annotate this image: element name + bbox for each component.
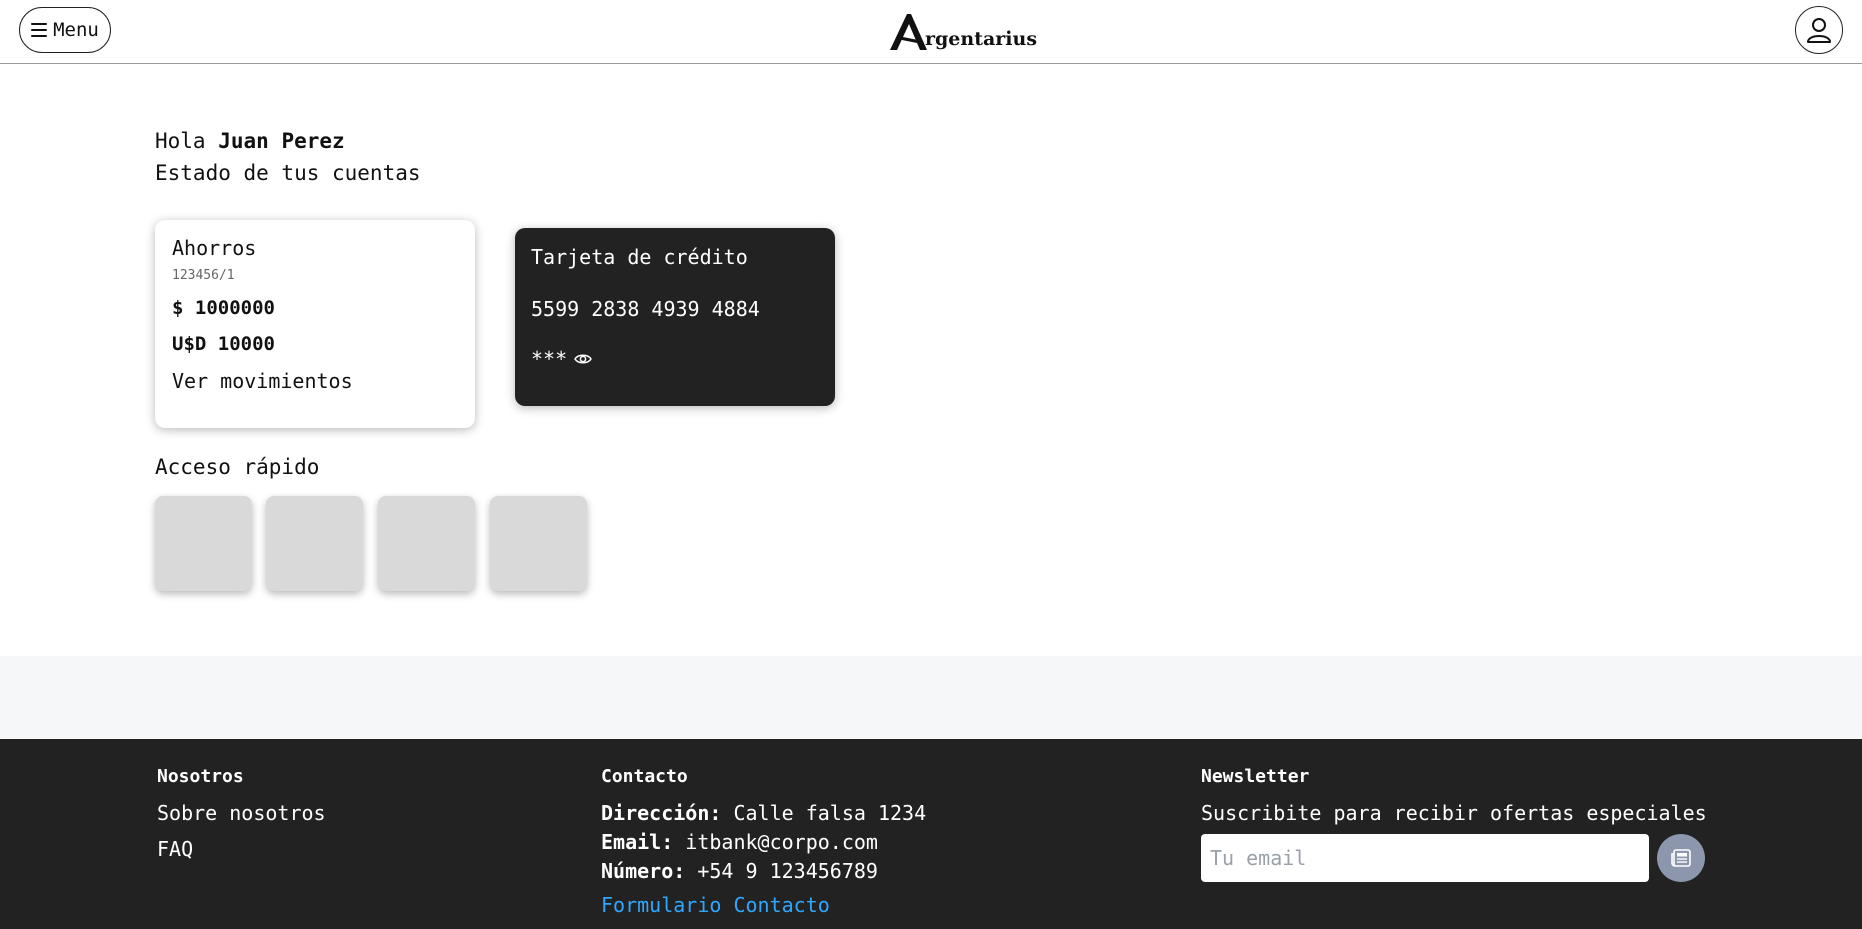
credit-card: Tarjeta de crédito 5599 2838 4939 4884 *… (515, 228, 835, 406)
credit-card-cvv: *** (531, 347, 568, 371)
quick-access-tile-2[interactable] (266, 496, 363, 591)
balance-usd: U$D 10000 (172, 333, 275, 355)
footer-about-heading: Nosotros (157, 766, 244, 787)
user-profile-button[interactable] (1795, 6, 1843, 54)
greeting: Hola Juan Perez (155, 129, 345, 153)
account-number: 123456/1 (172, 268, 235, 283)
credit-card-number: 5599 2838 4939 4884 (531, 297, 760, 321)
footer-newsletter-heading: Newsletter (1201, 766, 1310, 787)
user-name: Juan Perez (218, 129, 345, 153)
newspaper-icon (1671, 849, 1691, 867)
hamburger-icon (31, 23, 48, 37)
footer: Nosotros Sobre nosotros FAQ Contacto Dir… (0, 739, 1862, 929)
email-value: itbank@corpo.com (685, 830, 878, 854)
eye-icon[interactable] (574, 352, 593, 366)
footer-newsletter: Newsletter Suscribite para recibir ofert… (1201, 766, 1707, 882)
newsletter-email-input[interactable] (1201, 834, 1649, 882)
account-title: Ahorros (172, 236, 257, 260)
quick-access-tile-1[interactable] (155, 496, 252, 591)
logo[interactable]: rgentarius (887, 8, 1037, 52)
contact-email: Email: itbank@corpo.com (601, 830, 926, 854)
footer-contact: Contacto Dirección: Calle falsa 1234 Ema… (601, 766, 926, 917)
logo-mark-icon (890, 14, 927, 50)
faq-link[interactable]: FAQ (157, 837, 326, 861)
contact-phone: Número: +54 9 123456789 (601, 859, 926, 883)
footer-about: Nosotros Sobre nosotros FAQ (157, 766, 326, 873)
balance-ars: $ 1000000 (172, 297, 275, 319)
view-movements-link[interactable]: Ver movimientos (172, 369, 458, 393)
page-subtitle: Estado de tus cuentas (155, 161, 421, 185)
section-divider-band (0, 656, 1862, 739)
greeting-hello: Hola (155, 129, 206, 153)
user-icon (1807, 18, 1831, 43)
phone-value: +54 9 123456789 (697, 859, 878, 883)
credit-card-title: Tarjeta de crédito (531, 245, 748, 269)
footer-contact-heading: Contacto (601, 766, 688, 787)
phone-label: Número: (601, 859, 686, 883)
top-bar: Menu rgentarius (0, 0, 1862, 64)
quick-access-title: Acceso rápido (155, 455, 320, 479)
about-us-link[interactable]: Sobre nosotros (157, 801, 326, 825)
contact-form-link[interactable]: Formulario Contacto (601, 893, 926, 917)
contact-address: Dirección: Calle falsa 1234 (601, 801, 926, 825)
menu-button[interactable]: Menu (19, 7, 111, 53)
address-value: Calle falsa 1234 (733, 801, 927, 825)
quick-access-tile-4[interactable] (490, 496, 587, 591)
newsletter-subscribe-button[interactable] (1657, 834, 1705, 882)
logo-text: rgentarius (925, 28, 1038, 50)
savings-account-card: Ahorros 123456/1 $ 1000000 U$D 10000 Ver… (155, 220, 475, 428)
address-label: Dirección: (601, 801, 722, 825)
menu-label: Menu (53, 19, 99, 41)
email-label: Email: (601, 830, 674, 854)
newsletter-text: Suscribite para recibir ofertas especial… (1201, 801, 1707, 825)
quick-access-tile-3[interactable] (378, 496, 475, 591)
